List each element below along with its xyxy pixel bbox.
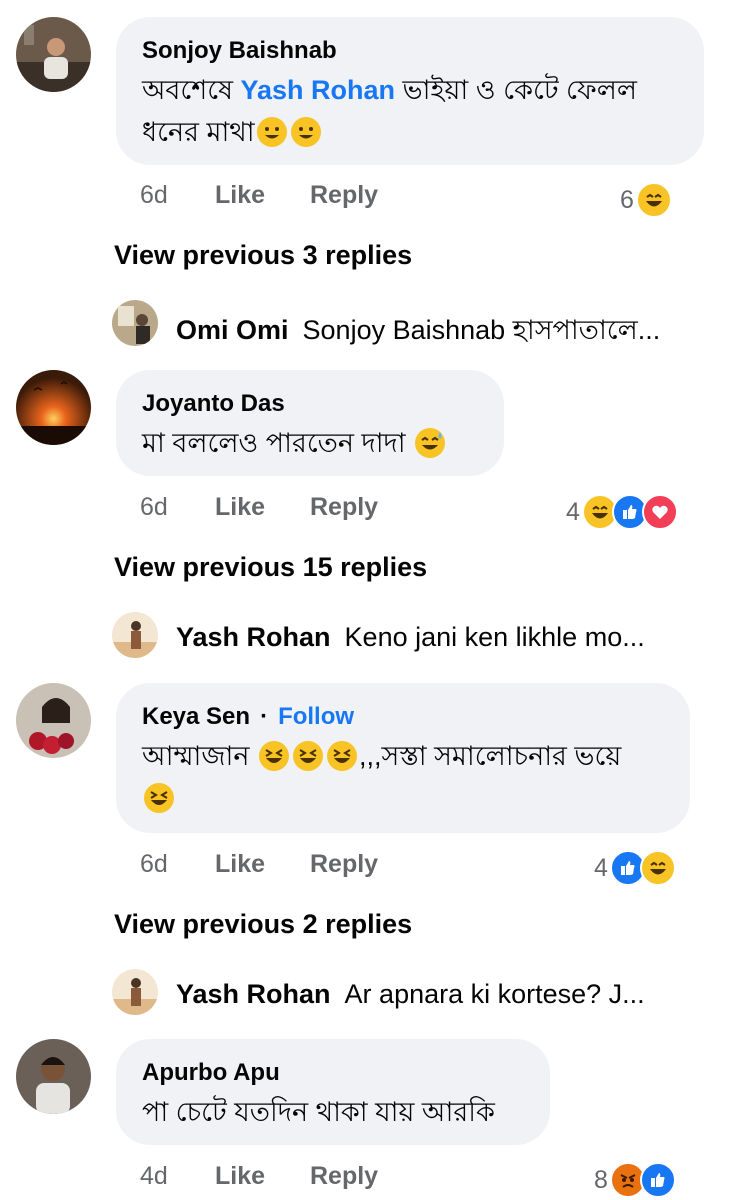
reply-preview[interactable]: Yash Rohan Ar apnara ki kortese? J... [176, 979, 645, 1010]
comment-header: Keya Sen · Follow [142, 703, 664, 731]
reply-preview[interactable]: Omi Omi Sonjoy Baishnab হাসপাতালে... [176, 310, 660, 355]
reaction-count: 6 [620, 185, 634, 214]
avatar-apurbo[interactable] [16, 1039, 91, 1114]
reply-author[interactable]: Omi Omi [176, 315, 289, 345]
comment-author[interactable]: Joyanto Das [142, 390, 478, 418]
comment-time[interactable]: 4d [140, 1156, 215, 1196]
reply-button[interactable]: Reply [310, 844, 378, 884]
avatar-yash[interactable] [112, 969, 158, 1015]
haha-reaction-icon [639, 850, 676, 886]
comment-time[interactable]: 6d [140, 175, 215, 215]
reactions-summary[interactable]: 4 [566, 492, 678, 532]
comment-author[interactable]: Keya Sen [142, 703, 250, 730]
mention-link[interactable]: Yash Rohan [240, 75, 395, 105]
haha-reaction-icon [635, 182, 672, 218]
reply-snippet: Keno jani ken likhle mo... [344, 622, 645, 652]
reaction-count: 8 [594, 1165, 608, 1194]
comment-bubble: Keya Sen · Follow আম্মাজান ,,,সস্তা সমালোচ… [116, 683, 690, 833]
like-button[interactable]: Like [215, 487, 310, 527]
view-previous-replies[interactable]: View previous 2 replies [114, 909, 412, 940]
laughing-emoji-icon [293, 741, 323, 771]
comment-text: অবশেষে Yash Rohan ভাইয়া ও কেটে ফেলল ধনে… [142, 75, 637, 147]
reply-snippet: Ar apnara ki kortese? J... [344, 979, 645, 1009]
like-button[interactable]: Like [215, 1156, 310, 1196]
comment-text: আম্মাজান ,,,সস্তা সমালোচনার ভয়ে [142, 735, 664, 819]
comment-author[interactable]: Apurbo Apu [142, 1059, 524, 1087]
avatar-joyanto[interactable] [16, 370, 91, 445]
reactions-summary[interactable]: 4 [594, 848, 676, 888]
sweat-smile-emoji-icon [415, 428, 446, 458]
like-button[interactable]: Like [215, 844, 310, 884]
like-button[interactable]: Like [215, 175, 310, 215]
reactions-summary[interactable]: 8 [594, 1160, 676, 1200]
laughing-emoji-icon [259, 741, 289, 771]
comment-bubble: Sonjoy Baishnab অবশেষে Yash Rohan ভাইয়া… [116, 17, 704, 165]
comment-meta: 6d Like Reply [140, 487, 378, 527]
comment-meta: 4d Like Reply [140, 1156, 378, 1196]
reaction-count: 4 [566, 497, 580, 526]
reply-snippet: Sonjoy Baishnab হাসপাতালে... [302, 315, 661, 345]
avatar-sonjoy[interactable] [16, 17, 91, 92]
avatar-omi[interactable] [112, 300, 158, 346]
comment-meta: 6d Like Reply [140, 844, 378, 884]
laughing-emoji-icon [327, 741, 357, 771]
reactions-summary[interactable]: 6 [620, 180, 672, 220]
reply-preview[interactable]: Yash Rohan Keno jani ken likhle mo... [176, 622, 645, 653]
reply-button[interactable]: Reply [310, 487, 378, 527]
comment-time[interactable]: 6d [140, 844, 215, 884]
view-previous-replies[interactable]: View previous 3 replies [114, 240, 412, 271]
reply-author[interactable]: Yash Rohan [176, 979, 331, 1009]
view-previous-replies[interactable]: View previous 15 replies [114, 552, 427, 583]
reaction-count: 4 [594, 853, 608, 882]
separator-dot: · [260, 703, 269, 730]
comment-time[interactable]: 6d [140, 487, 215, 527]
smile-emoji-icon [290, 117, 321, 147]
comment-bubble: Joyanto Das মা বললেও পারতেন দাদা [116, 370, 504, 476]
reply-author[interactable]: Yash Rohan [176, 622, 331, 652]
comment-bubble: Apurbo Apu পা চেটে যতদিন থাকা যায় আরকি [116, 1039, 550, 1145]
reply-button[interactable]: Reply [310, 1156, 378, 1196]
avatar-yash[interactable] [112, 612, 158, 658]
love-reaction-icon [641, 494, 678, 530]
comment-author[interactable]: Sonjoy Baishnab [142, 37, 678, 65]
comment-text: পা চেটে যতদিন থাকা যায় আরকি [142, 1097, 495, 1127]
smile-emoji-icon [256, 117, 287, 147]
comment-text: মা বললেও পারতেন দাদা [142, 422, 478, 464]
reply-button[interactable]: Reply [310, 175, 378, 215]
comment-meta: 6d Like Reply [140, 175, 378, 215]
laughing-emoji-icon [144, 783, 174, 813]
follow-button[interactable]: Follow [278, 703, 354, 730]
like-reaction-icon [639, 1162, 676, 1198]
avatar-keya[interactable] [16, 683, 91, 758]
